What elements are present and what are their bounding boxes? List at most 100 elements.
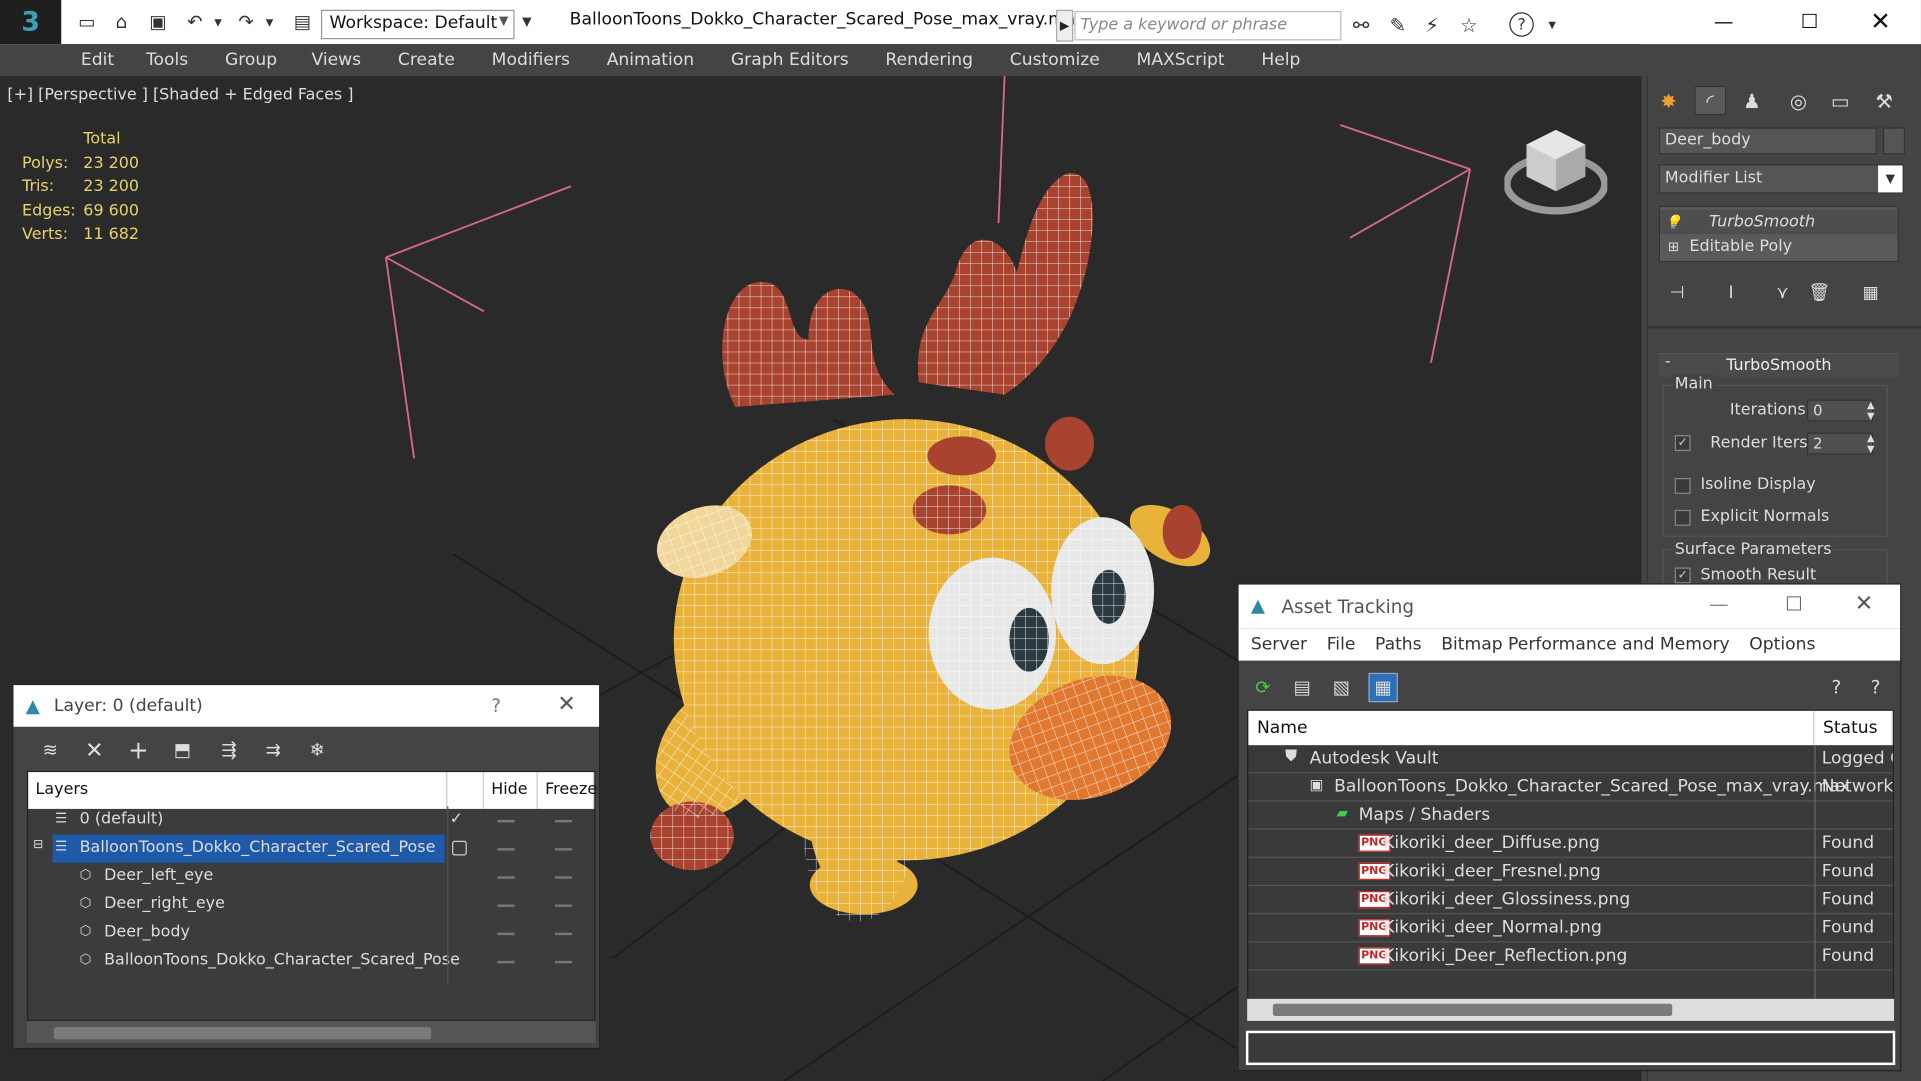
redo-dropdown-icon[interactable]: ▼ — [262, 10, 277, 35]
column-header-status[interactable]: Status — [1814, 710, 1893, 746]
viewport-label[interactable]: [+] [Perspective ] [Shaded + Edged Faces… — [7, 86, 353, 104]
spinner-arrows-icon[interactable]: ▲ ▼ — [1863, 433, 1878, 455]
tools-icon[interactable]: ✎ — [1384, 11, 1411, 38]
collapse-icon[interactable]: ⊟ — [33, 838, 43, 851]
maximize-button[interactable]: ☐ — [1785, 592, 1803, 615]
display-tab-icon[interactable]: ▭ — [1824, 86, 1856, 115]
collapse-icon[interactable]: - — [1665, 353, 1671, 371]
hide-toggle[interactable] — [497, 876, 515, 879]
stack-item-turbosmooth[interactable]: 💡 TurboSmooth — [1660, 209, 1898, 235]
object-row[interactable]: ⬡ Deer_left_eye — [28, 863, 594, 891]
minimize-button[interactable]: — — [1709, 592, 1729, 615]
layer-row[interactable]: ☰ 0 (default) ✓ — [28, 806, 594, 834]
freeze-toggle[interactable] — [554, 876, 573, 879]
help-dropdown-icon[interactable]: ▼ — [1539, 11, 1566, 38]
modifier-list-dropdown[interactable]: Modifier List ▼ — [1658, 164, 1904, 194]
freeze-all-icon[interactable]: ❄ — [300, 737, 334, 764]
motion-tab-icon[interactable]: ◎ — [1783, 86, 1815, 115]
light-gizmo-right[interactable] — [1339, 124, 1472, 363]
modify-tab-icon[interactable]: ◜ — [1694, 85, 1727, 116]
thumbnail-view-icon[interactable]: ▧ — [1327, 673, 1356, 702]
menu-animation[interactable]: Animation — [607, 50, 694, 70]
deer-character-model[interactable] — [630, 173, 1220, 922]
isoline-display-checkbox[interactable] — [1674, 477, 1691, 494]
create-layer-icon[interactable]: ≋ — [33, 737, 67, 764]
add-to-layer-icon[interactable]: + — [121, 735, 155, 764]
close-button[interactable]: ✕ — [557, 691, 575, 717]
horizontal-scrollbar-thumb[interactable] — [1272, 1003, 1673, 1017]
app-logo-icon[interactable]: 3 — [0, 0, 62, 45]
column-header-freeze[interactable]: Freeze — [537, 772, 597, 809]
explicit-normals-checkbox[interactable] — [1674, 509, 1691, 526]
freeze-toggle[interactable] — [554, 932, 573, 936]
show-end-result-icon[interactable]: Ⅰ — [1716, 279, 1745, 306]
close-button[interactable]: ✕ — [1855, 591, 1873, 617]
menu-graph-editors[interactable]: Graph Editors — [731, 50, 849, 70]
object-row[interactable]: ⬡ Deer_right_eye — [28, 891, 594, 919]
menu-edit[interactable]: Edit — [81, 50, 114, 70]
menu-views[interactable]: Views — [311, 50, 361, 70]
open-file-icon[interactable]: ⌂ — [108, 10, 135, 35]
expand-plus-icon[interactable]: ⊞ — [1660, 238, 1687, 254]
asset-row[interactable]: ▣ BalloonToons_Dokko_Character_Scared_Po… — [1248, 773, 1893, 802]
help-button[interactable]: ? — [491, 695, 501, 717]
horizontal-scrollbar-thumb[interactable] — [53, 1027, 432, 1040]
viewcube-icon[interactable] — [1503, 125, 1609, 221]
menu-group[interactable]: Group — [225, 50, 277, 70]
save-icon[interactable]: ▣ — [145, 10, 172, 35]
asset-row[interactable]: PNG Kikoriki_Deer_Reflection.png Found — [1248, 942, 1893, 971]
list-view-icon[interactable]: ▤ — [1288, 673, 1317, 702]
object-name-field[interactable]: Deer_body — [1658, 127, 1877, 155]
asset-row[interactable]: PNG Kikoriki_deer_Diffuse.png Found — [1248, 830, 1893, 858]
workspace-menu-icon[interactable]: ▼ — [517, 10, 537, 35]
asset-row[interactable]: PNG Kikoriki_deer_Normal.png Found — [1248, 914, 1893, 943]
menu-options[interactable]: Options — [1749, 635, 1815, 655]
favorites-star-icon[interactable]: ☆ — [1455, 11, 1482, 38]
asset-row[interactable]: PNG Kikoriki_deer_Glossiness.png Found — [1248, 886, 1893, 915]
table-view-icon[interactable]: ▦ — [1368, 672, 1398, 703]
column-header-hide[interactable]: Hide — [483, 772, 538, 809]
spinner-arrows-icon[interactable]: ▲ ▼ — [1863, 400, 1878, 422]
highlight-selected-icon[interactable]: ⇶ — [212, 737, 246, 764]
undo-dropdown-icon[interactable]: ▼ — [211, 10, 226, 35]
context-help-icon[interactable]: ? — [1822, 673, 1851, 702]
utilities-tab-icon[interactable]: ⚒ — [1868, 86, 1900, 115]
menu-rendering[interactable]: Rendering — [885, 50, 973, 70]
asset-row[interactable]: ⛊ Autodesk Vault Logged Out — [1248, 745, 1893, 774]
column-header-name[interactable]: Name — [1248, 710, 1815, 746]
help-icon[interactable]: ? — [1861, 673, 1890, 702]
project-icon[interactable]: ▤ — [289, 10, 316, 35]
menu-create[interactable]: Create — [398, 50, 455, 70]
menu-paths[interactable]: Paths — [1375, 635, 1422, 655]
close-button[interactable]: ✕ — [1845, 0, 1916, 42]
layer-row-selected[interactable]: ⊟ ☰ BalloonToons_Dokko_Character_Scared_… — [28, 834, 594, 863]
hide-toggle[interactable] — [497, 932, 515, 936]
configure-modifier-sets-icon[interactable]: ▦ — [1856, 279, 1885, 306]
create-tab-icon[interactable]: ✸ — [1653, 86, 1685, 115]
hide-all-icon[interactable]: ⇉ — [256, 737, 290, 764]
hide-toggle[interactable] — [497, 904, 515, 907]
menu-server[interactable]: Server — [1251, 635, 1307, 655]
make-unique-icon[interactable]: ⋎ — [1768, 279, 1797, 306]
hide-toggle[interactable] — [497, 848, 515, 851]
object-row[interactable]: ⬡ Deer_body — [28, 919, 594, 947]
menu-tools[interactable]: Tools — [146, 50, 188, 70]
hide-toggle[interactable] — [497, 960, 515, 964]
undo-icon[interactable]: ↶ — [181, 10, 208, 35]
active-layer-check-icon[interactable]: ✓ — [450, 810, 463, 828]
asset-row[interactable]: ▰ Maps / Shaders — [1248, 802, 1893, 830]
menu-help[interactable]: Help — [1261, 50, 1300, 70]
select-objects-icon[interactable]: ⬒ — [165, 737, 199, 764]
light-gizmo-left[interactable] — [384, 185, 572, 459]
layer-dialog-titlebar[interactable]: ▲ Layer: 0 (default) ? ✕ — [13, 685, 600, 727]
set-current-layer-icon[interactable] — [452, 840, 467, 856]
render-iters-checkbox[interactable]: ✓ — [1674, 435, 1691, 452]
maximize-button[interactable]: ☐ — [1774, 0, 1845, 42]
freeze-toggle[interactable] — [554, 960, 573, 964]
menu-bitmap-performance[interactable]: Bitmap Performance and Memory — [1441, 635, 1729, 655]
smooth-result-checkbox[interactable]: ✓ — [1674, 567, 1691, 584]
hide-toggle[interactable] — [497, 819, 515, 823]
redo-icon[interactable]: ↷ — [233, 10, 260, 35]
remove-modifier-icon[interactable]: 🗑 — [1805, 279, 1834, 306]
column-header-layers[interactable]: Layers — [28, 772, 448, 809]
